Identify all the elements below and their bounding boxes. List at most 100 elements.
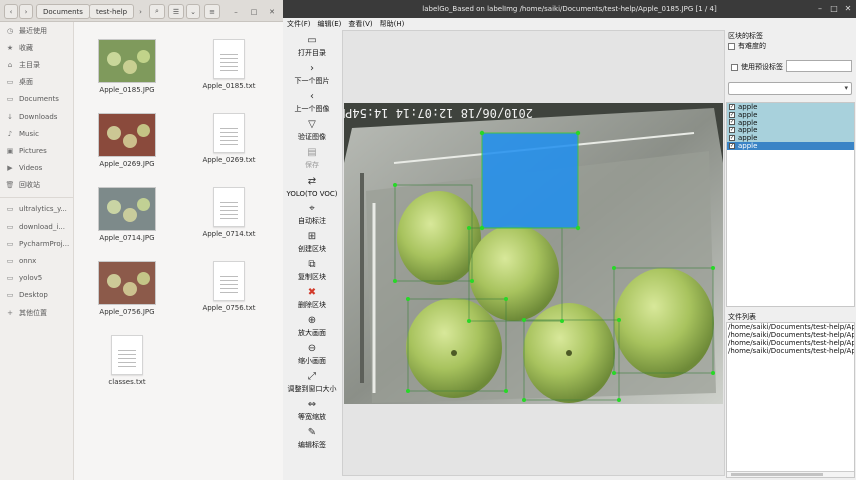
label-name: apple (738, 118, 758, 127)
file-list-item[interactable]: /home/saiki/Documents/test-help/Apple_02… (727, 331, 854, 339)
sidebar-item[interactable]: ♪ Music (0, 125, 73, 142)
label-list-item[interactable]: ✓ apple (727, 111, 854, 119)
close-icon[interactable]: ✕ (842, 3, 854, 15)
minimize-button[interactable]: – (230, 4, 242, 19)
chevron-down-icon: ⌄ (190, 7, 196, 16)
sidebar-item[interactable]: ↓ Downloads (0, 108, 73, 125)
file-item[interactable]: Apple_0756.txt (189, 261, 269, 312)
view-options-button[interactable]: ⌄ (186, 4, 200, 19)
checkbox-checked-icon[interactable]: ✓ (729, 142, 735, 149)
file-item[interactable]: Apple_0269.JPG (87, 113, 167, 168)
chevron-right-icon: › (24, 7, 28, 16)
picture-icon: ▣ (6, 146, 14, 155)
sidebar-item[interactable]: + 其他位置 (0, 304, 73, 321)
toolbar-button[interactable]: ⌖ 自动标注 (283, 198, 341, 226)
sidebar-item[interactable]: ▭ PycharmProj... (0, 235, 73, 252)
menu-item[interactable]: 文件(F) (287, 19, 311, 29)
checkbox-checked-icon[interactable]: ✓ (729, 127, 735, 134)
label-list-item[interactable]: ✓ apple (727, 103, 854, 111)
checkbox-checked-icon[interactable]: ✓ (729, 135, 735, 142)
toolbar-button[interactable]: ▽ 验证图像 (283, 114, 341, 142)
sidebar-item[interactable]: ▭ download_i... (0, 218, 73, 235)
breadcrumb-documents[interactable]: Documents (36, 4, 90, 19)
menu-button[interactable]: ≡ (204, 4, 220, 19)
file-list-title: 文件列表 (728, 313, 756, 321)
maximize-button[interactable]: □ (248, 4, 260, 19)
file-item[interactable]: Apple_0269.txt (189, 113, 269, 164)
search-button[interactable]: ⌕ (149, 4, 165, 19)
maximize-icon[interactable]: □ (828, 3, 840, 15)
sidebar-item[interactable]: ▶ Videos (0, 160, 73, 177)
toolbar-button[interactable]: ▭ 打开目录 (283, 30, 341, 58)
toolbar-button[interactable]: ▤ 保存 (283, 142, 341, 170)
toolbar-button[interactable]: ⤢ 调整到窗口大小 (283, 366, 341, 394)
file-list-item[interactable]: /home/saiki/Documents/test-help/Apple_07… (727, 347, 854, 355)
toolbar-button-label: 调整到窗口大小 (287, 385, 337, 393)
toolbar-button-label: 打开目录 (298, 49, 326, 57)
sidebar-item[interactable]: ▭ 桌面 (0, 74, 73, 91)
menu-item[interactable]: 编辑(E) (318, 19, 342, 29)
file-item[interactable]: Apple_0185.JPG (87, 39, 167, 94)
toolbar-button-label: 缩小画面 (298, 357, 326, 365)
label-list-item[interactable]: ✓ apple (727, 119, 854, 127)
close-button[interactable]: ✕ (266, 4, 278, 19)
sidebar-item[interactable]: ★ 收藏 (0, 39, 73, 56)
scrollbar-thumb[interactable] (731, 473, 823, 476)
music-icon: ♪ (7, 129, 13, 138)
file-grid: Apple_0185.JPG Apple_0185.txt Apple_0269.… (74, 22, 300, 480)
sidebar-item[interactable]: ◷ 最近使用 (0, 22, 73, 39)
file-list-item[interactable]: /home/saiki/Documents/test-help/Apple_07… (727, 339, 854, 347)
folder-icon: ▭ (6, 257, 14, 266)
file-item[interactable]: classes.txt (87, 335, 167, 386)
checkbox-checked-icon[interactable]: ✓ (729, 103, 735, 110)
toolbar-button[interactable]: ⊖ 缩小画面 (283, 338, 341, 366)
sidebar-item-label: download_i... (19, 222, 65, 231)
sidebar-item[interactable]: 🗑 回收站 (0, 177, 73, 194)
label-list-item[interactable]: ✓ apple (727, 126, 854, 134)
horizontal-scrollbar[interactable] (727, 471, 854, 477)
view-list-button[interactable]: ☰ (168, 4, 184, 19)
sidebar-item[interactable]: ▭ yolov5 (0, 270, 73, 287)
difficult-checkbox[interactable]: 有难度的 (728, 41, 766, 51)
breadcrumb-test-help[interactable]: test-help (89, 4, 135, 19)
toolbar-button[interactable]: ✎ 编辑标签 (283, 422, 341, 450)
sidebar-item[interactable]: ▭ ultralytics_y... (0, 201, 73, 218)
menu-item[interactable]: 帮助(H) (380, 19, 405, 29)
sidebar-item-label: Music (19, 129, 39, 138)
annotation-canvas[interactable]: 2010/06/18 12:07:14 14:54PM (342, 30, 725, 476)
default-label-input[interactable] (786, 60, 852, 72)
toolbar-button[interactable]: ✖ 删除区块 (283, 282, 341, 310)
toolbar-button[interactable]: ⇄ YOLO(TO VOC) (283, 170, 341, 199)
toolbar-button[interactable]: ⊞ 创建区块 (283, 226, 341, 254)
forward-button[interactable]: › (19, 4, 33, 19)
checkbox-checked-icon[interactable]: ✓ (729, 111, 735, 118)
label-list-item[interactable]: ✓ apple (727, 134, 854, 142)
use-default-label-checkbox[interactable]: 使用预设标签 (731, 62, 783, 72)
toolbar-button[interactable]: › 下一个图片 (283, 58, 341, 86)
toolbar-button[interactable]: ⊕ 放大画面 (283, 310, 341, 338)
back-button[interactable]: ‹ (4, 4, 18, 19)
folder-icon: ▭ (6, 222, 14, 231)
menu-item[interactable]: 查看(V) (348, 19, 372, 29)
file-list-item[interactable]: /home/saiki/Documents/test-help/Apple_01… (727, 323, 854, 331)
chevron-down-icon: ▾ (844, 84, 848, 92)
toolbar-button[interactable]: ‹ 上一个图像 (283, 86, 341, 114)
file-item[interactable]: Apple_0185.txt (189, 39, 269, 90)
sidebar-item[interactable]: ▭ Desktop (0, 287, 73, 304)
file-name: Apple_0269.JPG (99, 160, 155, 168)
plus-icon: + (7, 308, 13, 317)
label-list-item[interactable]: ✓ apple (727, 142, 854, 150)
label-combobox[interactable]: ▾ (728, 82, 852, 95)
sidebar-item[interactable]: ⌂ 主目录 (0, 56, 73, 73)
sidebar-item[interactable]: ▭ Documents (0, 91, 73, 108)
sidebar-item[interactable]: ▭ onnx (0, 252, 73, 269)
toolbar-button[interactable]: ⧉ 复制区块 (283, 254, 341, 282)
file-item[interactable]: Apple_0714.txt (189, 187, 269, 238)
toolbar-button[interactable]: ⇔ 等宽缩放 (283, 394, 341, 422)
file-item[interactable]: Apple_0714.JPG (87, 187, 167, 242)
sidebar-item[interactable]: ▣ Pictures (0, 142, 73, 159)
minimize-icon[interactable]: – (814, 3, 826, 15)
checkbox-checked-icon[interactable]: ✓ (729, 119, 735, 126)
breadcrumb-arrow[interactable]: › (136, 4, 145, 19)
file-item[interactable]: Apple_0756.JPG (87, 261, 167, 316)
